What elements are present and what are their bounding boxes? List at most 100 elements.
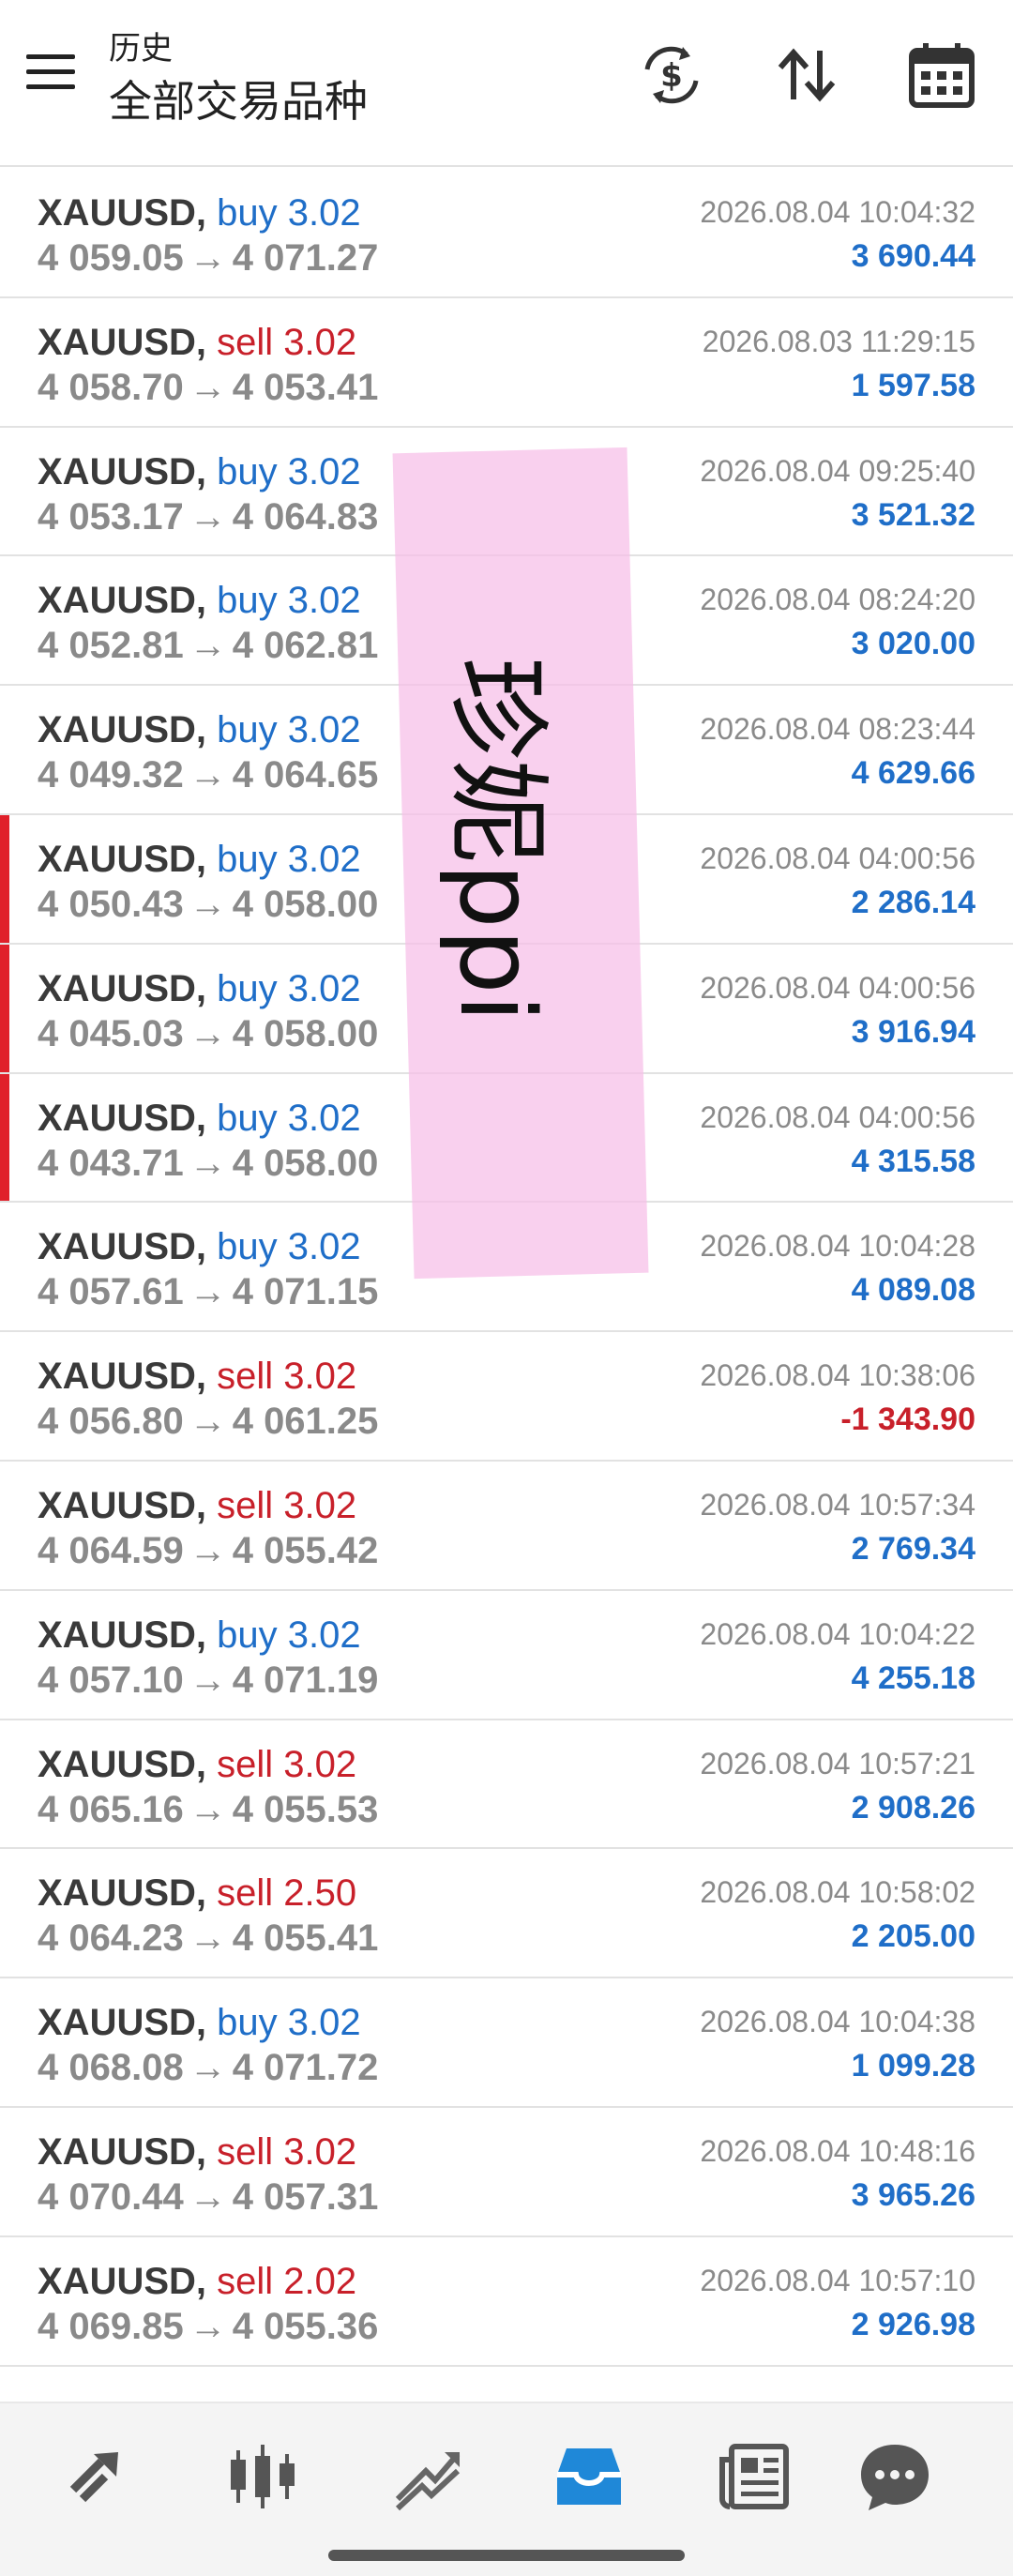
trade-prices: 4 045.03 → 4 058.00 [38, 1012, 378, 1055]
trade-row[interactable]: XAUUSD, sell 3.02 4 065.16 → 4 055.53 2026.0… [0, 1720, 1013, 1850]
trade-prices: 4 050.43 → 4 058.00 [38, 883, 378, 926]
trade-prices: 4 053.17 → 4 064.83 [38, 495, 378, 538]
trade-prices: 4 059.05 → 4 071.27 [38, 236, 378, 280]
trade-time: 2026.08.04 08:23:44 [700, 712, 975, 747]
trade-row[interactable]: XAUUSD, sell 2.50 4 064.23 → 4 055.41 2026.0… [0, 1849, 1013, 1979]
trade-volume: 2.02 [283, 2260, 357, 2302]
trade-time: 2026.08.04 10:04:32 [700, 195, 975, 229]
messages-icon[interactable] [855, 2437, 934, 2516]
trade-symbol: XAUUSD [38, 1872, 196, 1915]
trade-profit: 4 255.18 [851, 1659, 975, 1696]
trade-time: 2026.08.04 10:57:10 [700, 2263, 975, 2297]
trade-row[interactable]: XAUUSD, buy 3.02 4 059.05 → 4 071.27 2026.08… [0, 169, 1013, 298]
trade-prices: 4 064.59 → 4 055.42 [38, 1529, 378, 1572]
open-price: 4 056.80 [38, 1401, 184, 1443]
row-marker [0, 944, 9, 1072]
open-price: 4 068.08 [38, 2047, 184, 2089]
trade-symbol: XAUUSD [38, 1226, 196, 1268]
arrow: → [189, 1788, 227, 1830]
arrow: → [189, 1142, 227, 1184]
quotes-icon[interactable] [60, 2437, 139, 2516]
trade-header: XAUUSD, sell 3.02 [38, 1743, 357, 1785]
trade-prices: 4 043.71 → 4 058.00 [38, 1142, 378, 1185]
trade-volume: 3.02 [283, 1484, 357, 1526]
close-price: 4 062.81 [232, 625, 379, 667]
chart-icon[interactable] [223, 2437, 302, 2516]
news-icon[interactable] [715, 2437, 794, 2516]
close-price: 4 064.65 [232, 754, 379, 796]
arrow: → [189, 2047, 227, 2089]
trade-volume: 3.02 [287, 580, 361, 622]
trade-volume: 3.02 [287, 450, 361, 492]
trade-prices: 4 065.16 → 4 055.53 [38, 1788, 378, 1831]
trade-header: XAUUSD, buy 3.02 [38, 838, 361, 880]
trade-volume: 3.02 [287, 1226, 361, 1268]
calendar-icon[interactable] [904, 38, 979, 113]
trade-volume: 3.02 [287, 192, 361, 234]
trade-volume: 3.02 [283, 1356, 357, 1398]
open-price: 4 049.32 [38, 754, 184, 796]
menu-icon[interactable] [26, 54, 75, 92]
arrow: → [189, 1917, 227, 1960]
trade-side: sell [217, 1743, 274, 1785]
trade-profit: 2 205.00 [851, 1918, 975, 1955]
trade-prices: 4 049.32 → 4 064.65 [38, 753, 378, 796]
trade-symbol: XAUUSD [38, 1097, 196, 1139]
row-marker [0, 1073, 9, 1202]
close-price: 4 058.00 [232, 1012, 379, 1054]
trade-profit: 1 597.58 [851, 367, 975, 403]
trade-time: 2026.08.04 10:48:16 [700, 2133, 975, 2168]
trade-row[interactable]: XAUUSD, sell 3.02 4 064.59 → 4 055.42 2026.0… [0, 1462, 1013, 1591]
open-price: 4 043.71 [38, 1142, 184, 1184]
close-price: 4 055.42 [232, 1529, 379, 1571]
trade-side: sell [217, 321, 274, 363]
trade-row[interactable]: XAUUSD, buy 3.02 4 068.08 → 4 071.72 2026.08… [0, 1978, 1013, 2108]
open-price: 4 065.16 [38, 1788, 184, 1830]
trade-time: 2026.08.04 04:00:56 [700, 841, 975, 875]
trade-time: 2026.08.04 10:38:06 [700, 1358, 975, 1393]
sort-icon[interactable] [769, 38, 844, 113]
trade-volume: 3.02 [287, 967, 361, 1009]
trade-row[interactable]: XAUUSD, sell 3.02 4 058.70 → 4 053.41 2026.0… [0, 298, 1013, 428]
trade-symbol: XAUUSD [38, 1743, 196, 1785]
open-price: 4 069.85 [38, 2305, 184, 2347]
close-price: 4 057.31 [232, 2175, 379, 2218]
trade-row[interactable]: XAUUSD, buy 3.02 4 057.10 → 4 071.19 2026.08… [0, 1591, 1013, 1720]
trade-time: 2026.08.04 10:04:28 [700, 1229, 975, 1264]
open-price: 4 053.17 [38, 495, 184, 538]
trade-row[interactable]: XAUUSD, sell 2.02 4 069.85 → 4 055.36 2026.0… [0, 2237, 1013, 2367]
trade-icon[interactable] [388, 2437, 467, 2516]
arrow: → [189, 1401, 227, 1443]
arrow: → [189, 495, 227, 538]
header-title[interactable]: 全部交易品种 [109, 68, 368, 129]
history-icon[interactable] [550, 2437, 628, 2516]
trade-time: 2026.08.04 10:57:34 [700, 1487, 975, 1522]
trade-symbol: XAUUSD [38, 709, 196, 751]
row-marker [0, 814, 9, 943]
trade-row[interactable]: XAUUSD, sell 3.02 4 070.44 → 4 057.31 2026.0… [0, 2108, 1013, 2237]
currency-exchange-icon[interactable]: $ [634, 38, 709, 113]
trade-profit: 2 908.26 [851, 1789, 975, 1826]
trade-row[interactable]: XAUUSD, sell 3.02 4 056.80 → 4 061.25 2026.0… [0, 1332, 1013, 1462]
arrow: → [189, 1659, 227, 1701]
trade-symbol: XAUUSD [38, 321, 196, 363]
trade-side: buy [217, 2002, 278, 2044]
trade-side: buy [217, 450, 278, 492]
trade-side: buy [217, 1097, 278, 1139]
header-subtitle: 历史 [109, 31, 173, 67]
trade-symbol: XAUUSD [38, 1614, 196, 1656]
trade-profit: 2 769.34 [851, 1530, 975, 1567]
open-price: 4 064.23 [38, 1917, 184, 1960]
trade-symbol: XAUUSD [38, 2260, 196, 2302]
app-header: 历史 全部交易品种 $ [0, 0, 1013, 167]
home-indicator[interactable] [328, 2550, 685, 2561]
close-price: 4 071.15 [232, 1271, 379, 1313]
trade-side: sell [217, 2130, 274, 2173]
close-price: 4 055.36 [232, 2305, 379, 2347]
trade-volume: 3.02 [287, 1097, 361, 1139]
trade-header: XAUUSD, sell 3.02 [38, 1484, 357, 1526]
trade-header: XAUUSD, buy 3.02 [38, 1226, 361, 1268]
close-price: 4 061.25 [232, 1401, 379, 1443]
open-price: 4 059.05 [38, 237, 184, 279]
trade-prices: 4 068.08 → 4 071.72 [38, 2046, 378, 2089]
